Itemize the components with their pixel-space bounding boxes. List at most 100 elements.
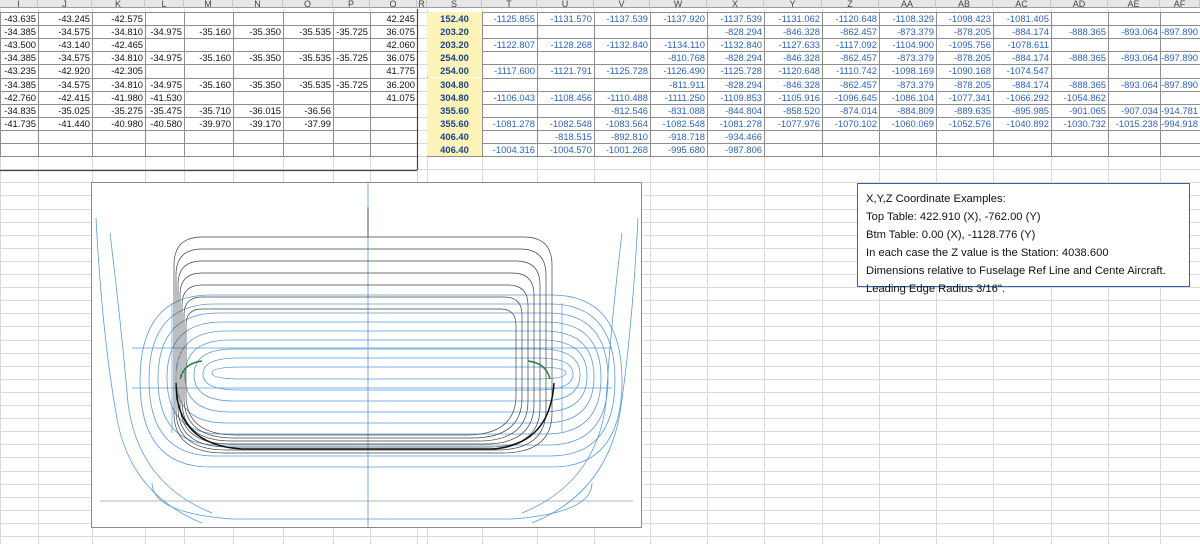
cell-z-2[interactable]: -862.457 [822,25,879,38]
cell-p-2[interactable]: -35.725 [333,25,370,38]
cell-w-1[interactable]: -1137.920 [650,12,707,25]
cell-z-6[interactable]: -862.457 [822,78,879,91]
cell-o-9[interactable]: -37.99 [283,117,333,130]
cell-z-9[interactable]: -1070.102 [822,117,879,130]
cell-aa-2[interactable]: -873.379 [879,25,936,38]
cell-w-9[interactable]: -1082.548 [650,117,707,130]
column-header-t[interactable]: T [482,0,537,8]
cell-i-5[interactable]: -43.235 [0,64,38,77]
cell-l-6[interactable]: -34.975 [145,78,184,91]
cell-ac-9[interactable]: -1040.892 [993,117,1051,130]
cell-t-7[interactable]: -1106.043 [482,91,537,104]
cell-af-4[interactable]: -897.890 [1160,51,1200,64]
cell-w-4[interactable]: -810.768 [650,51,707,64]
cell-ac-6[interactable]: -884.174 [993,78,1051,91]
cell-z-7[interactable]: -1096.645 [822,91,879,104]
cell-af-2[interactable]: -897.890 [1160,25,1200,38]
cell-u-9[interactable]: -1082.548 [537,117,594,130]
cell-x-6[interactable]: -828.294 [707,78,764,91]
cell-k-4[interactable]: -34.810 [92,51,145,64]
cell-m-6[interactable]: -35.160 [184,78,233,91]
cell-j-1[interactable]: -43.245 [38,12,92,25]
coordinate-note-textbox[interactable]: X,Y,Z Coordinate Examples: Top Table: 422… [857,183,1190,295]
cell-u-7[interactable]: -1108.456 [537,91,594,104]
cell-x-1[interactable]: -1137.539 [707,12,764,25]
cell-af-9[interactable]: -994.918 [1160,117,1200,130]
column-header-q[interactable]: Q [370,0,417,8]
cell-y-1[interactable]: -1131.062 [764,12,822,25]
cell-x-3[interactable]: -1132.840 [707,38,764,51]
cell-y-5[interactable]: -1120.648 [764,64,822,77]
cell-ad-2[interactable]: -888.365 [1051,25,1108,38]
cell-s-4[interactable]: 254.00 [427,51,482,65]
cell-ad-9[interactable]: -1030.732 [1051,117,1108,130]
spreadsheet-sheet[interactable]: I J K L M N O P Q R S T U V W X Y Z AA AB AC AD AE AF -43.635 -4… [0,0,1200,544]
cell-ae-6[interactable]: -893.064 [1108,78,1160,91]
cell-aa-3[interactable]: -1104.900 [879,38,936,51]
cell-o-4[interactable]: -35.535 [283,51,333,64]
cell-m-4[interactable]: -35.160 [184,51,233,64]
cell-v-9[interactable]: -1083.564 [594,117,650,130]
cell-k-1[interactable]: -42.575 [92,12,145,25]
cell-m-2[interactable]: -35.160 [184,25,233,38]
cell-u-10[interactable]: -818.515 [537,130,594,143]
cell-l-8[interactable]: -35.475 [145,104,184,117]
column-header-k[interactable]: K [92,0,145,8]
column-header-ae[interactable]: AE [1108,0,1160,8]
column-header-o[interactable]: O [283,0,333,8]
cell-v-1[interactable]: -1137.539 [594,12,650,25]
cell-y-8[interactable]: -858.520 [764,104,822,117]
cell-q-1[interactable]: 42.245 [370,12,417,25]
cell-u-3[interactable]: -1128.268 [537,38,594,51]
cell-ac-3[interactable]: -1078.611 [993,38,1051,51]
cell-ac-5[interactable]: -1074.547 [993,64,1051,77]
cell-s-8[interactable]: 355.60 [427,103,482,117]
cell-i-2[interactable]: -34.385 [0,25,38,38]
cell-k-8[interactable]: -35.275 [92,104,145,117]
cell-ac-7[interactable]: -1066.292 [993,91,1051,104]
cell-j-5[interactable]: -42.920 [38,64,92,77]
cell-aa-4[interactable]: -873.379 [879,51,936,64]
cell-x-7[interactable]: -1109.853 [707,91,764,104]
cell-s-5[interactable]: 254.00 [427,64,482,78]
cell-ac-4[interactable]: -884.174 [993,51,1051,64]
cell-j-2[interactable]: -34.575 [38,25,92,38]
cell-u-5[interactable]: -1121.791 [537,64,594,77]
cell-ae-8[interactable]: -907.034 [1108,104,1160,117]
cell-j-9[interactable]: -41.440 [38,117,92,130]
column-header-ab[interactable]: AB [936,0,993,8]
cell-ab-1[interactable]: -1098.423 [936,12,993,25]
cell-y-4[interactable]: -846.328 [764,51,822,64]
cell-ac-8[interactable]: -895.985 [993,104,1051,117]
column-header-af[interactable]: AF [1160,0,1200,8]
cell-p-6[interactable]: -35.725 [333,78,370,91]
cell-v-5[interactable]: -1125.728 [594,64,650,77]
cell-v-7[interactable]: -1110.488 [594,91,650,104]
cell-k-3[interactable]: -42.465 [92,38,145,51]
cell-l-4[interactable]: -34.975 [145,51,184,64]
cell-z-8[interactable]: -874.014 [822,104,879,117]
column-header-p[interactable]: P [333,0,370,8]
cell-ad-7[interactable]: -1054.862 [1051,91,1108,104]
cell-t-9[interactable]: -1081.278 [482,117,537,130]
cell-ac-1[interactable]: -1081.405 [993,12,1051,25]
cell-m-9[interactable]: -39.970 [184,117,233,130]
cell-q-5[interactable]: 41.775 [370,64,417,77]
cell-ad-6[interactable]: -888.365 [1051,78,1108,91]
cell-af-6[interactable]: -897.890 [1160,78,1200,91]
column-header-r[interactable]: R [417,0,427,8]
cell-l-9[interactable]: -40.580 [145,117,184,130]
cell-ab-5[interactable]: -1090.168 [936,64,993,77]
cell-v-11[interactable]: -1001.268 [594,143,650,156]
cell-v-3[interactable]: -1132.840 [594,38,650,51]
cell-s-3[interactable]: 203.20 [427,38,482,52]
cell-ab-8[interactable]: -889.635 [936,104,993,117]
cell-t-3[interactable]: -1122.807 [482,38,537,51]
cell-ae-2[interactable]: -893.064 [1108,25,1160,38]
cell-i-9[interactable]: -41.735 [0,117,38,130]
cell-w-8[interactable]: -831.088 [650,104,707,117]
cell-j-8[interactable]: -35.025 [38,104,92,117]
cell-w-3[interactable]: -1134.110 [650,38,707,51]
column-header-ac[interactable]: AC [993,0,1051,8]
cell-z-5[interactable]: -1110.742 [822,64,879,77]
